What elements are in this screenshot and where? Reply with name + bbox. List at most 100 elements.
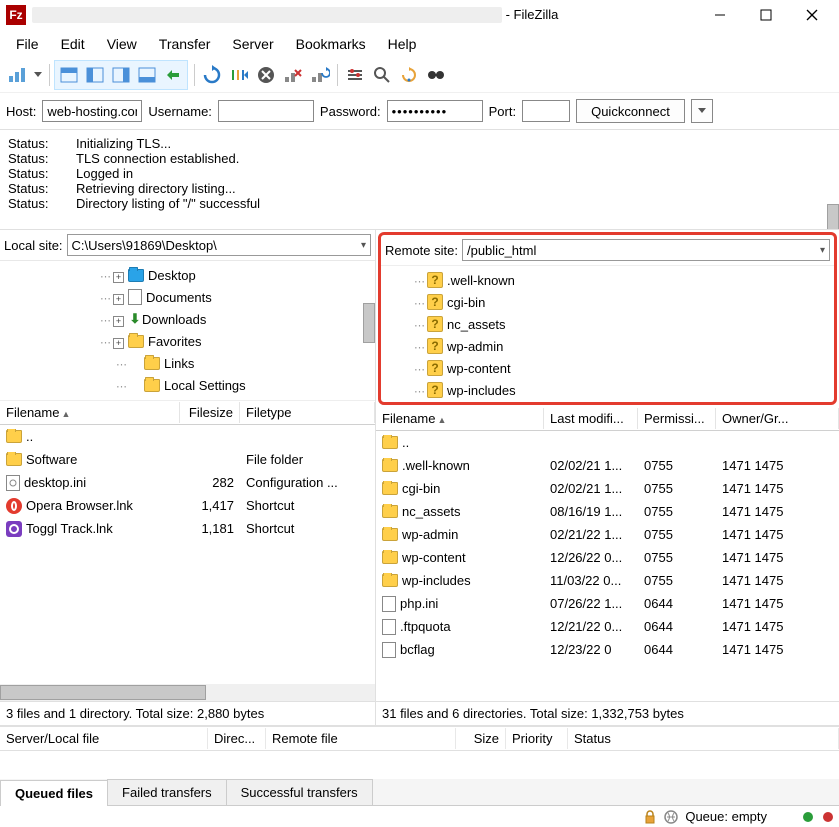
password-label: Password: [320,104,381,119]
toggle-log-icon[interactable] [56,62,82,88]
col-filesize[interactable]: Filesize [180,402,240,423]
list-item[interactable]: .. [376,431,839,454]
password-input[interactable] [387,100,483,122]
minimize-button[interactable] [697,0,743,30]
tab-failed-transfers[interactable]: Failed transfers [107,779,227,805]
list-item[interactable]: wp-content12/26/22 0...07551471 1475 [376,546,839,569]
menu-view[interactable]: View [97,32,147,56]
col-permissions[interactable]: Permissi... [638,408,716,429]
list-item[interactable]: wp-admin02/21/22 1...07551471 1475 [376,523,839,546]
menu-help[interactable]: Help [378,32,427,56]
qcol-remote[interactable]: Remote file [266,728,456,749]
maximize-button[interactable] [743,0,789,30]
list-item[interactable]: wp-includes11/03/22 0...07551471 1475 [376,569,839,592]
remote-file-list[interactable]: ...well-known02/02/21 1...07551471 1475c… [376,431,839,701]
cancel-icon[interactable] [253,62,279,88]
file-owner: 1471 1475 [716,458,839,473]
refresh-icon[interactable] [199,62,225,88]
quickconnect-dropdown-icon[interactable] [691,99,713,123]
file-size: 1,417 [180,498,240,513]
list-item[interactable]: SoftwareFile folder [0,448,375,471]
reconnect-icon[interactable] [307,62,333,88]
download-icon: ⬇ [128,312,142,326]
titlebar: Fz - FileZilla [0,0,839,30]
tree-item[interactable]: ⋯+⬇Downloads [0,308,375,330]
tree-item[interactable]: ⋯?nc_assets [381,313,834,335]
qcol-size[interactable]: Size [456,728,506,749]
list-item[interactable]: php.ini07/26/22 1...06441471 1475 [376,592,839,615]
quickconnect-button[interactable]: Quickconnect [576,99,685,123]
tree-item[interactable]: ⋯Links [0,352,375,374]
tab-successful-transfers[interactable]: Successful transfers [226,779,373,805]
sync-browse-icon[interactable] [160,62,186,88]
scrollbar[interactable] [827,204,839,230]
tree-item[interactable]: ⋯?wp-includes [381,379,834,401]
remote-tree[interactable]: ⋯?.well-known⋯?cgi-bin⋯?nc_assets⋯?wp-ad… [381,266,834,402]
filter-icon[interactable] [342,62,368,88]
tab-queued-files[interactable]: Queued files [0,780,108,806]
menu-server[interactable]: Server [222,32,283,56]
list-item[interactable]: bcflag12/23/22 006441471 1475 [376,638,839,661]
list-item[interactable]: .ftpquota12/21/22 0...06441471 1475 [376,615,839,638]
qcol-direction[interactable]: Direc... [208,728,266,749]
app-icon: Fz [6,5,26,25]
file-icon [382,596,396,612]
folder-icon [382,459,398,472]
qcol-status[interactable]: Status [568,728,839,749]
port-input[interactable] [522,100,570,122]
menu-transfer[interactable]: Transfer [149,32,221,56]
tree-item[interactable]: ⋯?wp-content [381,357,834,379]
file-type: Shortcut [240,521,375,536]
local-tree[interactable]: ⋯+Desktop⋯+Documents⋯+⬇Downloads⋯+Favori… [0,261,375,401]
search-icon[interactable] [423,62,449,88]
col-filename[interactable]: Filename▲ [376,408,544,429]
queue-body[interactable] [0,751,839,779]
tree-item[interactable]: ⋯?.well-known [381,269,834,291]
sync-icon[interactable] [396,62,422,88]
file-owner: 1471 1475 [716,481,839,496]
port-label: Port: [489,104,516,119]
tree-item[interactable]: ⋯+Favorites [0,330,375,352]
local-path-value: C:\Users\91869\Desktop\ [72,238,217,253]
message-log[interactable]: Status:Initializing TLS... Status:TLS co… [0,130,839,230]
list-item[interactable]: nc_assets08/16/19 1...07551471 1475 [376,500,839,523]
process-queue-icon[interactable] [226,62,252,88]
unknown-folder-icon: ? [427,382,443,398]
tree-item[interactable]: ⋯Local Settings [0,374,375,396]
list-item[interactable]: .well-known02/02/21 1...07551471 1475 [376,454,839,477]
list-item[interactable]: Toggl Track.lnk1,181Shortcut [0,517,375,540]
col-filetype[interactable]: Filetype [240,402,375,423]
list-item[interactable]: Opera Browser.lnk1,417Shortcut [0,494,375,517]
menu-file[interactable]: File [6,32,49,56]
toggle-remote-tree-icon[interactable] [108,62,134,88]
list-item[interactable]: desktop.ini282Configuration ... [0,471,375,494]
tree-item[interactable]: ⋯+Documents [0,286,375,308]
menu-bookmarks[interactable]: Bookmarks [286,32,376,56]
scrollbar[interactable] [0,684,375,701]
tree-item[interactable]: ⋯?wp-admin [381,335,834,357]
tree-item[interactable]: ⋯+Desktop [0,264,375,286]
local-file-list[interactable]: ..SoftwareFile folderdesktop.ini282Confi… [0,425,375,684]
host-input[interactable] [42,100,142,122]
close-button[interactable] [789,0,835,30]
qcol-priority[interactable]: Priority [506,728,568,749]
compare-icon[interactable] [369,62,395,88]
scrollbar[interactable] [363,303,375,343]
col-filename[interactable]: Filename▲ [0,402,180,423]
toggle-queue-icon[interactable] [134,62,160,88]
folder-icon [382,574,398,587]
list-item[interactable]: cgi-bin02/02/21 1...07551471 1475 [376,477,839,500]
list-item[interactable]: .. [0,425,375,448]
site-manager-dropdown-icon[interactable] [31,62,45,88]
qcol-server[interactable]: Server/Local file [0,728,208,749]
toggle-tree-icon[interactable] [82,62,108,88]
col-owner[interactable]: Owner/Gr... [716,408,839,429]
username-input[interactable] [218,100,314,122]
local-path-combo[interactable]: C:\Users\91869\Desktop\ ▾ [67,234,371,256]
site-manager-icon[interactable] [4,62,30,88]
remote-path-combo[interactable]: /public_html ▾ [462,239,830,261]
menu-edit[interactable]: Edit [51,32,95,56]
col-modified[interactable]: Last modifi... [544,408,638,429]
disconnect-icon[interactable] [280,62,306,88]
tree-item[interactable]: ⋯?cgi-bin [381,291,834,313]
